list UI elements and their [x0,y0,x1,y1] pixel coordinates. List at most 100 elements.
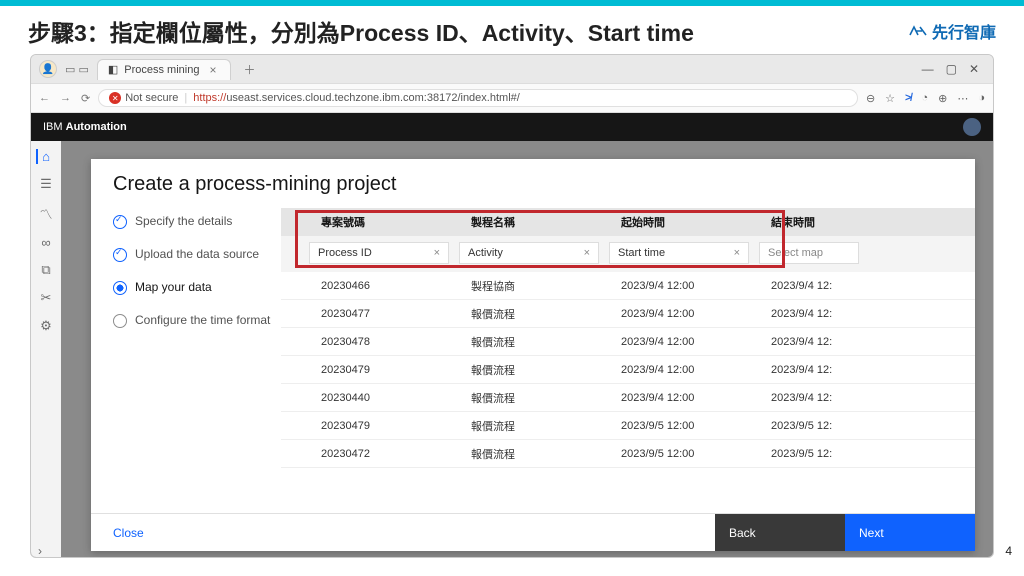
clear-icon[interactable]: × [434,247,440,259]
col-header-2: 製程名稱 [459,214,609,230]
cell-end: 2023/9/4 12: [759,392,869,404]
not-secure-label: Not secure [125,92,178,104]
app-viewport: IBM Automation ⌂ ☰ 〽 ∞ ⧉ ✂ ⚙ Create a pr… [31,113,993,557]
cell-start: 2023/9/4 12:00 [609,336,759,348]
step-configure-time[interactable]: Configure the time format [113,313,273,328]
cell-start: 2023/9/5 12:00 [609,448,759,460]
cell-start: 2023/9/4 12:00 [609,280,759,292]
not-secure-icon: ✕ [109,92,121,104]
favorite-icon[interactable]: ☆ [885,92,895,105]
mapping-process-id[interactable]: Process ID× [309,242,449,264]
step-map-data[interactable]: Map your data [113,280,273,295]
address-bar-row: ← → ⟳ ✕ Not secure | https://useast.serv… [31,83,993,113]
cell-activity: 報價流程 [459,334,609,350]
cell-end: 2023/9/4 12: [759,280,869,292]
rail-chart-icon[interactable]: 〽 [39,204,52,223]
cell-end: 2023/9/4 12: [759,336,869,348]
cell-end: 2023/9/4 12: [759,308,869,320]
browser-tabs-row: 👤 ▭ ▭ ◧ Process mining × ＋ — ▢ ✕ [31,55,993,83]
tab-close-icon[interactable]: × [205,63,220,77]
browser-tab[interactable]: ◧ Process mining × [97,59,232,80]
url-text: https://useast.services.cloud.techzone.i… [193,92,520,104]
mapping-end-time[interactable]: Select map [759,242,859,264]
modal-dialog: Create a process-mining project Specify … [91,159,975,551]
ibm-top-bar: IBM Automation [31,113,993,141]
brand-icon [909,24,927,38]
slide-title: 步驟3：指定欄位屬性，分別為Process ID、Activity、Start … [28,14,694,48]
flow-extension-icon[interactable]: ≯ [905,92,911,104]
slide-header: 步驟3：指定欄位屬性，分別為Process ID、Activity、Start … [0,6,1024,54]
table-row: 20230479報價流程2023/9/4 12:002023/9/4 12: [281,356,975,384]
nav-back-icon[interactable]: ← [39,92,50,105]
close-button[interactable]: Close [91,514,715,551]
cell-id: 20230479 [309,420,459,432]
nav-forward-icon[interactable]: → [60,92,71,105]
tab-favicon-icon: ◧ [108,63,118,76]
rail-list-icon[interactable]: ☰ [40,176,52,192]
cell-activity: 報價流程 [459,446,609,462]
copilot-icon[interactable]: ◑ [978,92,985,104]
more-icon[interactable]: ⋯ [957,92,968,105]
cell-id: 20230479 [309,364,459,376]
nav-refresh-icon[interactable]: ⟳ [81,92,90,105]
rail-link-icon[interactable]: ∞ [41,235,50,250]
steps-sidebar: Specify the details Upload the data sour… [91,208,281,513]
cell-start: 2023/9/4 12:00 [609,364,759,376]
brand-text: 先行智庫 [932,19,996,43]
clear-icon[interactable]: × [584,247,590,259]
address-bar[interactable]: ✕ Not secure | https://useast.services.c… [98,89,858,107]
cell-start: 2023/9/4 12:00 [609,308,759,320]
side-rail: ⌂ ☰ 〽 ∞ ⧉ ✂ ⚙ [31,141,61,557]
table-row: 20230440報價流程2023/9/4 12:002023/9/4 12: [281,384,975,412]
table-row: 20230472報價流程2023/9/5 12:002023/9/5 12: [281,440,975,468]
modal-footer: Close Back Next [91,513,975,551]
cell-activity: 製程協商 [459,278,609,294]
cell-end: 2023/9/4 12: [759,364,869,376]
tab-title: Process mining [124,64,199,76]
table-row: 20230479報價流程2023/9/5 12:002023/9/5 12: [281,412,975,440]
rail-settings-icon[interactable]: ⚙ [40,318,52,334]
new-tab-button[interactable]: ＋ [239,61,259,78]
window-minimize-icon[interactable]: — [922,62,934,76]
mapping-start-time[interactable]: Start time× [609,242,749,264]
col-header-4: 結束時間 [759,214,869,230]
cell-activity: 報價流程 [459,390,609,406]
mapping-activity[interactable]: Activity× [459,242,599,264]
col-header-3: 起始時間 [609,214,759,230]
collections-icon[interactable]: ⊕ [938,92,947,105]
workspace-icons[interactable]: ▭ ▭ [65,63,89,76]
ibm-brand: IBM Automation [43,121,127,133]
expand-rail-icon[interactable]: › [38,544,42,558]
cell-activity: 報價流程 [459,306,609,322]
cell-start: 2023/9/5 12:00 [609,420,759,432]
profile-avatar-icon[interactable]: 👤 [39,60,57,78]
cell-id: 20230440 [309,392,459,404]
cell-activity: 報價流程 [459,418,609,434]
table-row: 20230477報價流程2023/9/4 12:002023/9/4 12: [281,300,975,328]
search-zoom-icon[interactable]: ⊖ [866,92,875,105]
cell-id: 20230466 [309,280,459,292]
mapping-row: Process ID× Activity× Start time× Select… [281,236,975,272]
cell-end: 2023/9/5 12: [759,420,869,432]
clear-icon[interactable]: × [734,247,740,259]
col-header-1: 專案號碼 [309,214,459,230]
window-close-icon[interactable]: ✕ [969,62,979,76]
cell-id: 20230477 [309,308,459,320]
user-avatar-icon[interactable] [963,118,981,136]
table-header: 專案號碼 製程名稱 起始時間 結束時間 [281,208,975,236]
rail-home-icon[interactable]: ⌂ [36,149,50,164]
cell-id: 20230472 [309,448,459,460]
table-row: 20230466製程協商2023/9/4 12:002023/9/4 12: [281,272,975,300]
page-number: 4 [1005,544,1012,558]
step-upload-data[interactable]: Upload the data source [113,247,273,262]
back-button[interactable]: Back [715,514,845,551]
rail-copy-icon[interactable]: ⧉ [41,262,50,278]
extensions-icon[interactable]: ◔ [921,92,928,104]
rail-cut-icon[interactable]: ✂ [41,290,52,306]
data-pane: 專案號碼 製程名稱 起始時間 結束時間 Process ID× Activity… [281,208,975,513]
cell-start: 2023/9/4 12:00 [609,392,759,404]
cell-id: 20230478 [309,336,459,348]
step-specify-details[interactable]: Specify the details [113,214,273,229]
window-maximize-icon[interactable]: ▢ [946,62,957,76]
next-button[interactable]: Next [845,514,975,551]
